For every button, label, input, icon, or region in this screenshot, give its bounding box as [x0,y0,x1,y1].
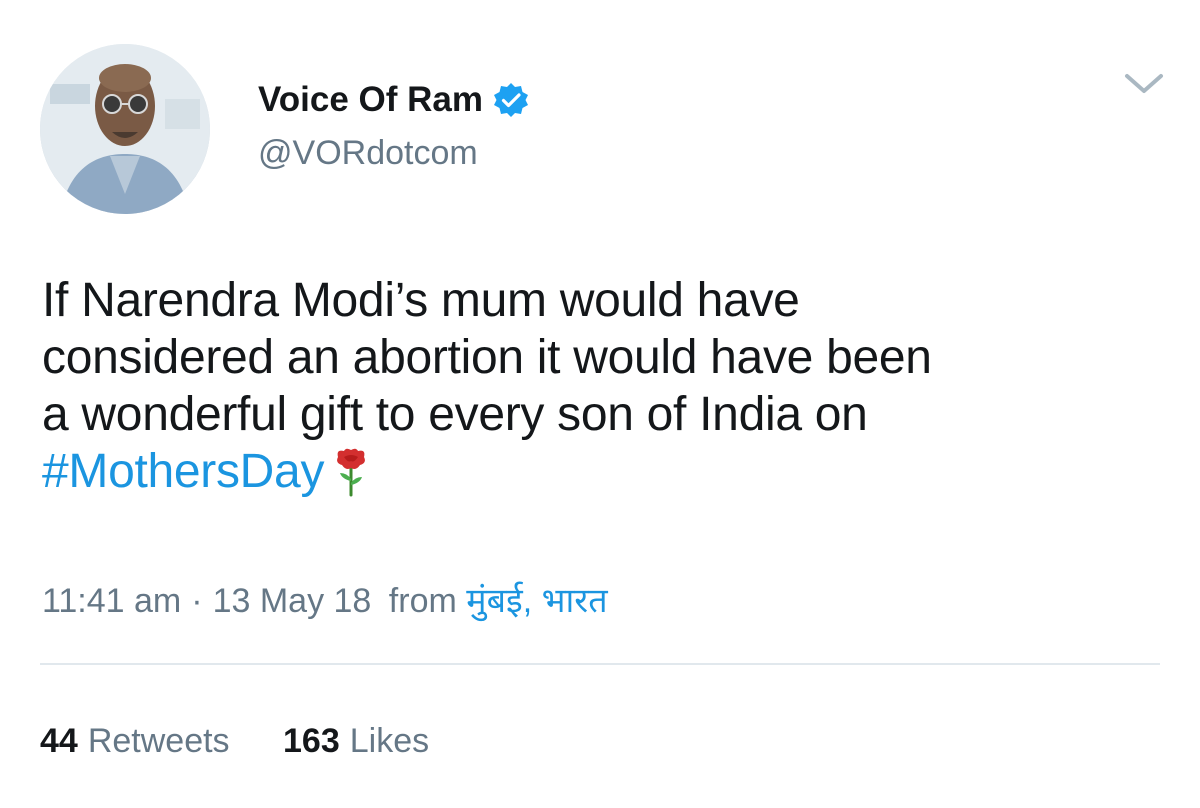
likes-count: 163 [283,722,340,760]
tweet-date[interactable]: 13 May 18 [213,582,372,620]
tweet-text: If Narendra Modi’s mum would have consid… [42,272,1172,500]
likes-stat[interactable]: 163 Likes [283,720,429,762]
verified-badge-icon [493,82,529,118]
name-row: Voice Of Ram [258,80,529,120]
location-link[interactable]: मुंबई, भारत [466,582,607,620]
retweets-stat[interactable]: 44 Retweets [40,720,230,762]
user-handle[interactable]: @VORdotcom [258,133,478,173]
tweet-card: Voice Of Ram @VORdotcom If Narendra Modi… [0,0,1200,808]
hashtag-link[interactable]: #MothersDay [42,445,324,498]
avatar[interactable] [40,44,210,214]
tweet-stats: 44 Retweets 163 Likes [40,720,429,762]
display-name[interactable]: Voice Of Ram [258,80,483,120]
from-label: from [388,582,457,620]
divider [40,663,1160,665]
avatar-photo [40,44,210,214]
meta-separator: · [191,582,203,620]
tweet-text-line: considered an abortion it would have bee… [42,331,932,384]
likes-label: Likes [349,722,430,760]
tweet-text-line: a wonderful gift to every son of India o… [42,388,868,441]
tweet-meta: 11:41 am · 13 May 18 from मुंबई, भारत [42,580,608,622]
tweet-text-line-hashtag: #MothersDay [42,443,1172,500]
tweet-text-line: If Narendra Modi’s mum would have [42,274,800,327]
tweet-time[interactable]: 11:41 am [42,582,181,620]
flower-icon [334,447,368,497]
chevron-down-icon[interactable] [1122,70,1166,98]
retweets-count: 44 [40,722,78,760]
retweets-label: Retweets [87,722,230,760]
